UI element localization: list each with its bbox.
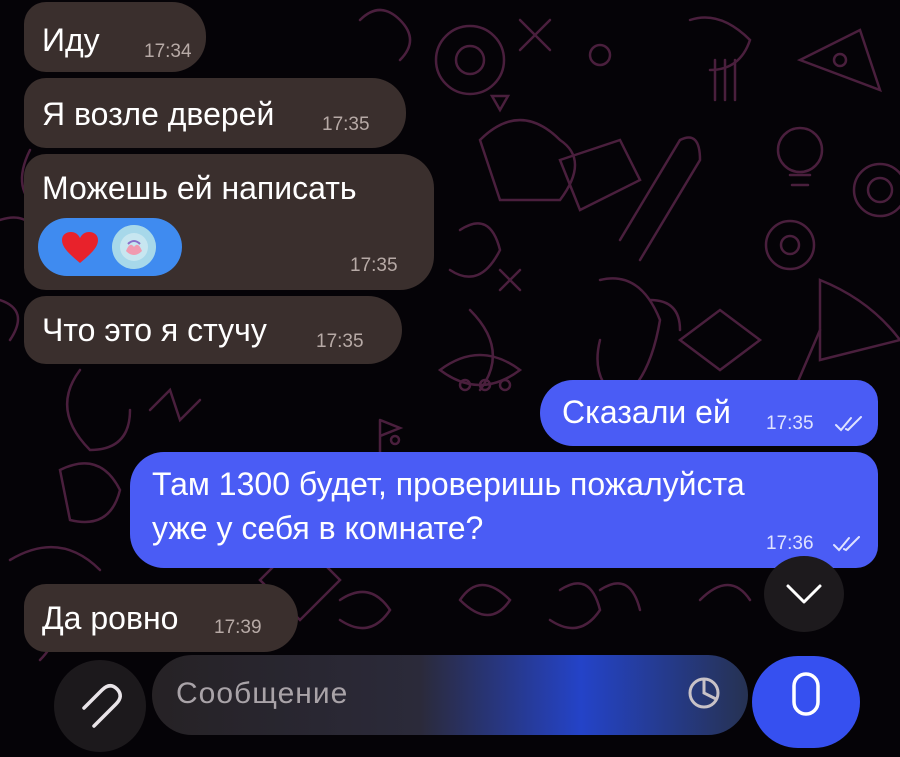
message-text: Сказали ей <box>562 394 731 430</box>
microphone-icon <box>792 672 820 716</box>
message-input-placeholder: Сообщение <box>176 677 349 710</box>
attach-button[interactable] <box>54 660 146 752</box>
chevron-down-icon <box>786 584 822 604</box>
message-bubble-incoming[interactable]: Да ровно 17:39 <box>24 584 298 652</box>
voice-record-button[interactable] <box>752 656 860 748</box>
message-text: Иду <box>42 22 100 58</box>
heart-hands-icon <box>112 225 156 269</box>
message-time: 17:35 <box>766 413 814 434</box>
message-line-1: Там 1300 будет, проверишь пожалуйста <box>152 466 745 502</box>
sticker-icon[interactable] <box>684 673 724 713</box>
message-bubble-incoming[interactable]: Иду 17:34 <box>24 2 206 72</box>
heart-reaction-icon[interactable] <box>60 231 100 265</box>
message-line-2: уже у себя в комнате? <box>152 510 484 546</box>
message-time: 17:35 <box>350 255 398 276</box>
message-bubble-incoming[interactable]: Я возле дверей 17:35 <box>24 78 406 148</box>
double-check-icon <box>833 536 860 552</box>
message-time: 17:34 <box>144 41 192 62</box>
message-time: 17:36 <box>766 533 814 554</box>
message-bubble-outgoing[interactable]: Там 1300 будет, проверишь пожалуйста уже… <box>130 452 878 568</box>
double-check-icon <box>835 416 862 432</box>
message-text: Можешь ей написать <box>42 170 357 206</box>
message-time: 17:39 <box>214 617 262 638</box>
scroll-to-bottom-button[interactable] <box>764 556 844 632</box>
message-text: Я возле дверей <box>42 96 275 132</box>
message-time: 17:35 <box>322 114 370 135</box>
message-text: Что это я стучу <box>42 312 267 348</box>
paperclip-icon <box>82 684 122 728</box>
message-time: 17:35 <box>316 331 364 352</box>
message-bubble-outgoing[interactable]: Сказали ей 17:35 <box>540 380 878 446</box>
reactions-pill[interactable] <box>38 218 182 276</box>
reactor-avatar[interactable] <box>112 225 156 269</box>
message-text: Да ровно <box>42 600 179 636</box>
message-bubble-incoming[interactable]: Что это я стучу 17:35 <box>24 296 402 364</box>
